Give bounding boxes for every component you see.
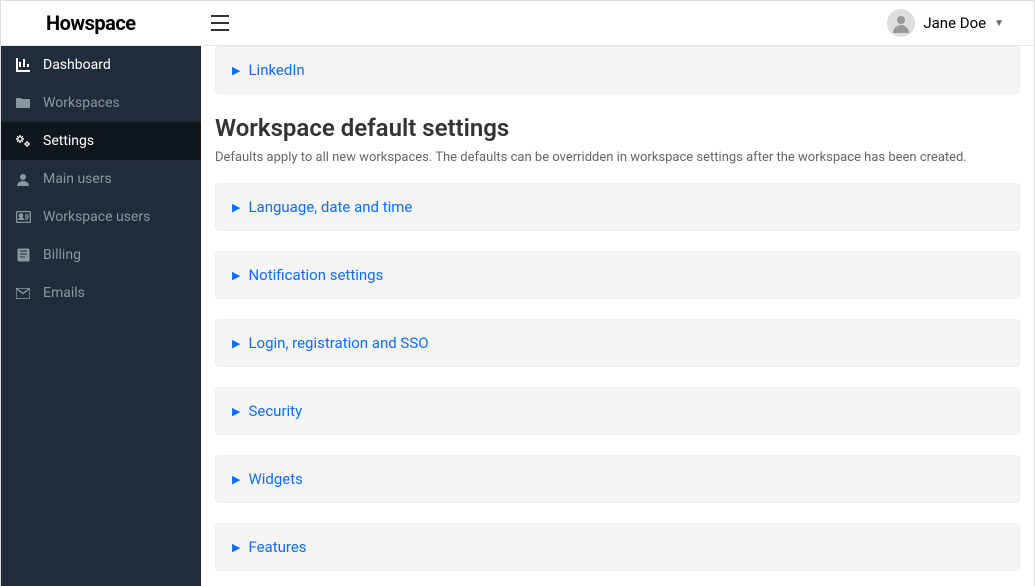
accordion-label: Widgets: [248, 470, 302, 488]
sidebar-item-emails[interactable]: Emails: [1, 274, 201, 312]
sidebar-item-label: Workspace users: [43, 209, 150, 225]
sidebar: Dashboard Workspaces Settings Main users…: [1, 46, 201, 586]
caret-right-icon: ▶: [232, 541, 240, 554]
user-icon: [15, 172, 31, 186]
user-menu[interactable]: Jane Doe ▼: [887, 9, 1024, 37]
caret-right-icon: ▶: [232, 337, 240, 350]
accordion-label: Login, registration and SSO: [248, 334, 428, 352]
envelope-icon: [15, 288, 31, 299]
avatar: [887, 9, 915, 37]
chart-icon: [15, 58, 31, 72]
caret-right-icon: ▶: [232, 64, 240, 77]
caret-right-icon: ▶: [232, 405, 240, 418]
caret-right-icon: ▶: [232, 473, 240, 486]
brand-logo: Howspace: [46, 11, 136, 35]
sidebar-item-label: Settings: [43, 133, 94, 149]
sidebar-item-dashboard[interactable]: Dashboard: [1, 46, 201, 84]
address-card-icon: [15, 211, 31, 223]
sidebar-item-main-users[interactable]: Main users: [1, 160, 201, 198]
caret-right-icon: ▶: [232, 201, 240, 214]
accordion-login-sso[interactable]: ▶ Login, registration and SSO: [215, 319, 1020, 367]
accordion-widgets[interactable]: ▶ Widgets: [215, 455, 1020, 503]
accordion-label: Notification settings: [248, 266, 383, 284]
accordion-security[interactable]: ▶ Security: [215, 387, 1020, 435]
accordion-label: Language, date and time: [248, 198, 412, 216]
sidebar-item-label: Dashboard: [43, 57, 111, 73]
user-name: Jane Doe: [923, 14, 986, 32]
book-icon: [15, 248, 31, 262]
accordion-linkedin[interactable]: ▶ LinkedIn: [215, 46, 1020, 94]
accordion-label: Features: [248, 538, 306, 556]
hamburger-menu-icon[interactable]: [211, 15, 229, 31]
sidebar-item-label: Billing: [43, 247, 81, 263]
chevron-down-icon: ▼: [994, 18, 1004, 29]
logo-area: Howspace: [1, 11, 201, 35]
accordion-features[interactable]: ▶ Features: [215, 523, 1020, 571]
sidebar-item-workspaces[interactable]: Workspaces: [1, 84, 201, 122]
section-title: Workspace default settings: [215, 114, 1020, 142]
caret-right-icon: ▶: [232, 269, 240, 282]
accordion-language[interactable]: ▶ Language, date and time: [215, 183, 1020, 231]
gears-icon: [15, 134, 31, 148]
sidebar-item-workspace-users[interactable]: Workspace users: [1, 198, 201, 236]
folder-icon: [15, 97, 31, 109]
sidebar-item-settings[interactable]: Settings: [1, 122, 201, 160]
main-content: ▶ LinkedIn Workspace default settings De…: [201, 46, 1034, 586]
sidebar-item-billing[interactable]: Billing: [1, 236, 201, 274]
sidebar-item-label: Emails: [43, 285, 85, 301]
accordion-label: Security: [248, 402, 302, 420]
section-subtitle: Defaults apply to all new workspaces. Th…: [215, 150, 1020, 165]
topbar: Howspace Jane Doe ▼: [1, 1, 1034, 46]
accordion-notifications[interactable]: ▶ Notification settings: [215, 251, 1020, 299]
sidebar-item-label: Main users: [43, 171, 112, 187]
sidebar-item-label: Workspaces: [43, 95, 120, 111]
accordion-label: LinkedIn: [248, 61, 304, 79]
